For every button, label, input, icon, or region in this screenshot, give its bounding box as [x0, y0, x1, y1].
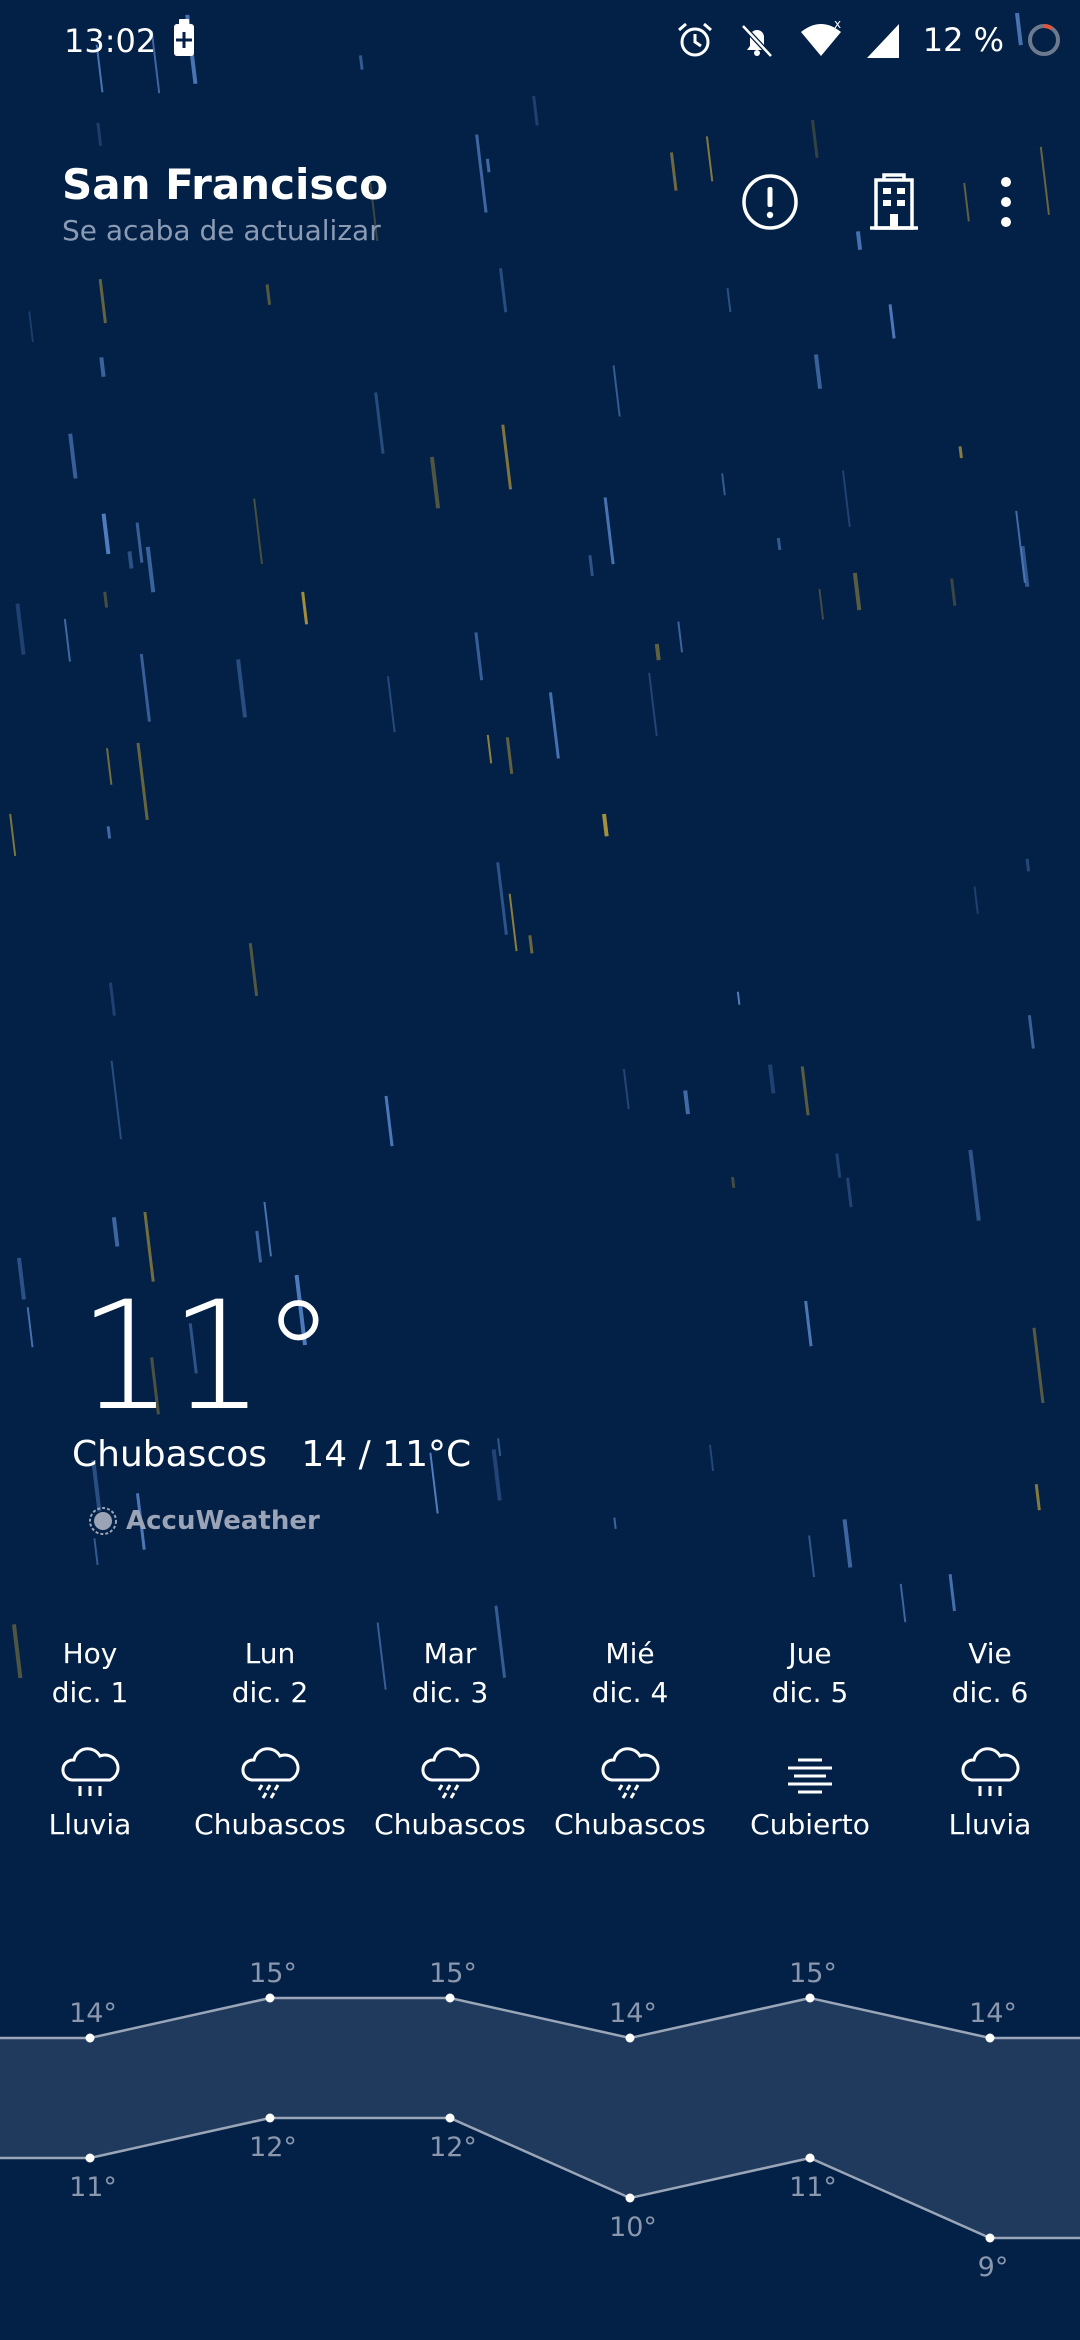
high-temp-point [445, 1993, 455, 2003]
low-temp-point [445, 2113, 455, 2123]
high-temp-point [265, 1993, 275, 2003]
high-temp-point [985, 2033, 995, 2043]
high-temp-label: 15° [249, 1958, 297, 1989]
low-temp-label: 10° [609, 2212, 657, 2243]
low-temp-label: 9° [978, 2252, 1009, 2283]
high-temp-label: 14° [609, 1998, 657, 2029]
temperature-band [0, 1998, 1080, 2238]
high-temp-point [625, 2033, 635, 2043]
low-temp-label: 11° [789, 2172, 837, 2203]
high-temp-label: 15° [429, 1958, 477, 1989]
high-temp-label: 14° [69, 1998, 117, 2029]
low-temp-point [265, 2113, 275, 2123]
low-temp-label: 12° [249, 2132, 297, 2163]
low-temp-label: 11° [69, 2172, 117, 2203]
low-temp-point [85, 2153, 95, 2163]
high-temp-point [85, 2033, 95, 2043]
low-temp-point [985, 2233, 995, 2243]
high-temp-label: 15° [789, 1958, 837, 1989]
low-temp-point [625, 2193, 635, 2203]
temperature-chart: 14° 15° 15° 14° 15° 14° 11° 12° 12° 10° 11° 9° [0, 1958, 1080, 2283]
high-temp-label: 14° [969, 1998, 1017, 2029]
high-temp-point [805, 1993, 815, 2003]
low-temp-point [805, 2153, 815, 2163]
low-temp-label: 12° [429, 2132, 477, 2163]
